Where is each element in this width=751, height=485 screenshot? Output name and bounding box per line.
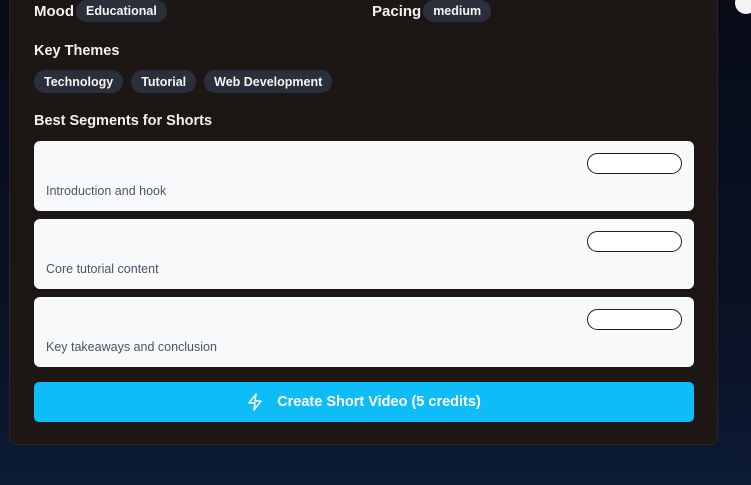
key-themes-list: Technology Tutorial Web Development — [34, 70, 333, 93]
segment-description: Core tutorial content — [46, 262, 159, 276]
pacing-label: Pacing — [372, 2, 422, 20]
segment-time-badge — [587, 309, 682, 330]
segments-title: Best Segments for Shorts — [34, 113, 213, 129]
segment-description: Introduction and hook — [46, 184, 167, 198]
pacing-badge: medium — [423, 0, 492, 22]
create-short-video-label: Create Short Video (5 credits) — [277, 394, 481, 410]
pacing-row: Pacing medium — [372, 0, 492, 22]
key-themes-title: Key Themes — [34, 43, 120, 59]
zap-icon — [247, 393, 263, 411]
segment-description: Key takeaways and conclusion — [46, 340, 217, 354]
mood-row: Mood Educational — [34, 0, 167, 22]
theme-tag: Web Development — [204, 70, 333, 93]
avatar[interactable] — [735, 0, 751, 14]
segment-time-badge — [587, 153, 682, 174]
segment-time-badge — [587, 231, 682, 252]
theme-tag: Tutorial — [131, 70, 197, 93]
create-short-video-button[interactable]: Create Short Video (5 credits) — [34, 382, 694, 422]
segment-card[interactable]: Core tutorial content — [34, 219, 694, 289]
theme-tag: Technology — [34, 70, 124, 93]
mood-badge: Educational — [75, 0, 167, 22]
mood-label: Mood — [34, 2, 74, 20]
segment-card[interactable]: Key takeaways and conclusion — [34, 297, 694, 367]
segment-card[interactable]: Introduction and hook — [34, 141, 694, 211]
analysis-card: Mood Educational Pacing medium Key Theme… — [9, 0, 718, 445]
